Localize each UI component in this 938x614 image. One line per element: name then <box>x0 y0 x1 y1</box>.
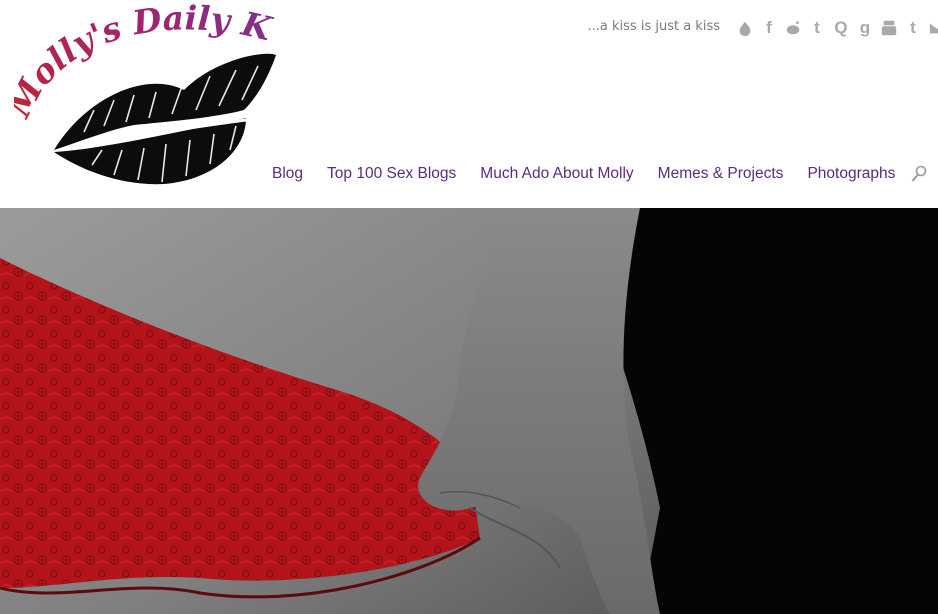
site-tagline: ...a kiss is just a kiss <box>587 19 720 34</box>
tumblr-icon[interactable]: t <box>903 17 923 39</box>
site-header: Molly's Daily Kiss ...a kiss is just a k… <box>0 0 938 208</box>
facebook-icon[interactable]: f <box>759 17 779 39</box>
nav-item-much-ado-about-molly[interactable]: Much Ado About Molly <box>468 165 645 183</box>
google-icon[interactable]: g <box>855 17 875 39</box>
mail-icon[interactable] <box>927 17 938 39</box>
twitter-icon[interactable]: t <box>807 17 827 39</box>
nav-item-photographs[interactable]: Photographs <box>795 165 907 183</box>
nav-item-memes-projects[interactable]: Memes & Projects <box>646 165 796 183</box>
reddit-icon[interactable] <box>783 17 803 39</box>
hero-photograph <box>0 208 938 614</box>
quora-icon[interactable]: Q <box>831 17 851 39</box>
nav-item-blog[interactable]: Blog <box>260 165 315 183</box>
search-icon[interactable] <box>911 165 927 183</box>
social-icons: f t Q g t <box>735 16 938 40</box>
site-logo[interactable]: Molly's Daily Kiss <box>14 0 282 200</box>
nav-item-top-100-sex-blogs[interactable]: Top 100 Sex Blogs <box>315 165 468 183</box>
main-navigation: Blog Top 100 Sex Blogs Much Ado About Mo… <box>260 165 927 183</box>
kiss-icon[interactable] <box>735 17 755 39</box>
youtube-icon[interactable] <box>879 17 899 39</box>
